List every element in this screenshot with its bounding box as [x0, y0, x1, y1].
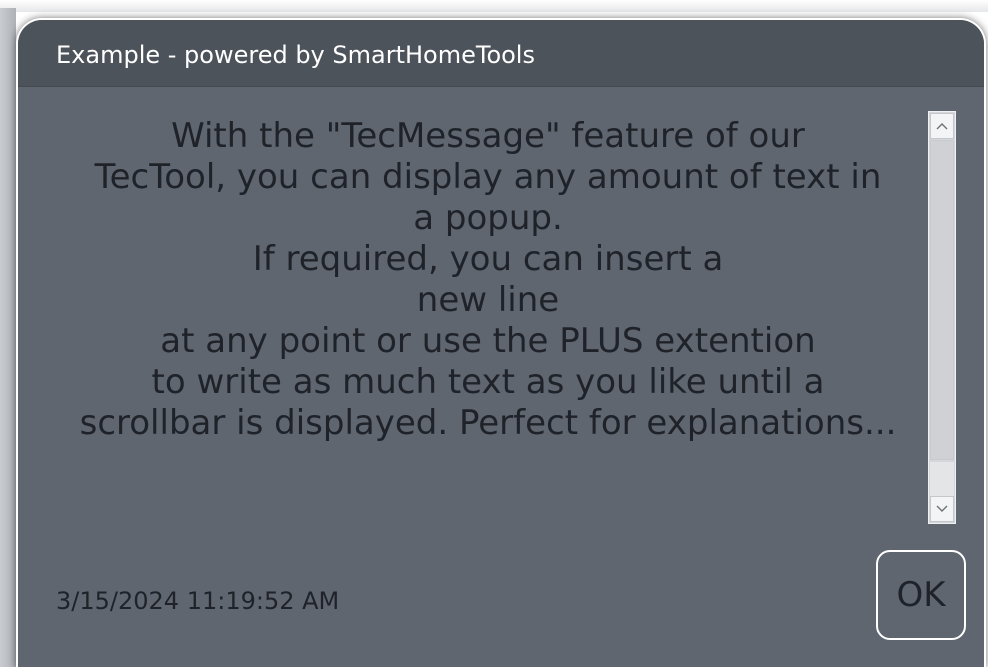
message-content-area[interactable]: With the "TecMessage" feature of our Tec…: [48, 110, 928, 530]
message-text: With the "TecMessage" feature of our Tec…: [48, 110, 928, 444]
message-line: to write as much text as you like until …: [151, 362, 825, 402]
message-line: scrollbar is displayed. Perfect for expl…: [79, 403, 897, 443]
dialog-title: Example - powered by SmartHomeTools: [56, 41, 535, 69]
scroll-up-button[interactable]: [930, 113, 954, 139]
message-line: a popup.: [413, 198, 563, 238]
message-line: With the "TecMessage" feature of our: [171, 116, 805, 156]
dialog-title-bar[interactable]: Example - powered by SmartHomeTools: [18, 20, 984, 87]
message-line: If required, you can insert a: [252, 239, 724, 279]
chevron-up-icon: [936, 123, 948, 130]
message-line: TecTool, you can display any amount of t…: [94, 157, 882, 197]
scroll-track[interactable]: [930, 462, 954, 496]
timestamp: 3/15/2024 11:19:52 AM: [56, 587, 340, 615]
message-line: at any point or use the PLUS extention: [160, 321, 816, 361]
chevron-down-icon: [936, 505, 948, 512]
message-line: new line: [416, 280, 560, 320]
message-scrollbar[interactable]: [928, 111, 956, 524]
scroll-thumb[interactable]: [930, 140, 954, 460]
background-left-strip: [0, 8, 16, 667]
message-dialog: Example - powered by SmartHomeTools With…: [16, 18, 986, 667]
ok-button[interactable]: OK: [876, 550, 966, 640]
screen: Example - powered by SmartHomeTools With…: [0, 0, 988, 667]
background-top-strip: [0, 0, 988, 12]
scroll-down-button[interactable]: [930, 496, 954, 522]
